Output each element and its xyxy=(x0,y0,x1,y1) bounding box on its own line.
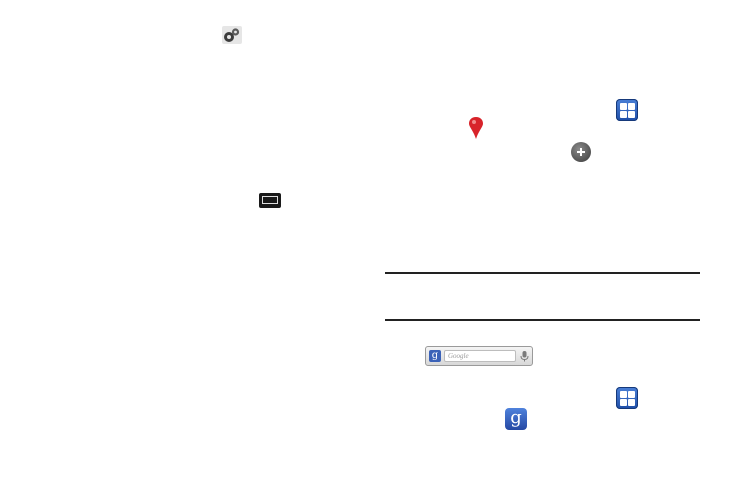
gear-icon xyxy=(222,26,242,44)
menu-key-icon xyxy=(259,193,281,208)
apps-icon xyxy=(616,387,638,409)
plus-circle-icon xyxy=(571,142,591,162)
google-icon: g xyxy=(505,408,527,430)
section-rule-top xyxy=(385,272,700,274)
section-rule-bottom xyxy=(385,319,700,321)
google-search-widget: g Google xyxy=(425,346,533,366)
map-pin-icon xyxy=(469,117,483,139)
google-logo-icon: g xyxy=(429,350,441,362)
search-field: Google xyxy=(444,350,516,362)
microphone-icon xyxy=(520,351,529,362)
apps-icon xyxy=(616,99,638,121)
